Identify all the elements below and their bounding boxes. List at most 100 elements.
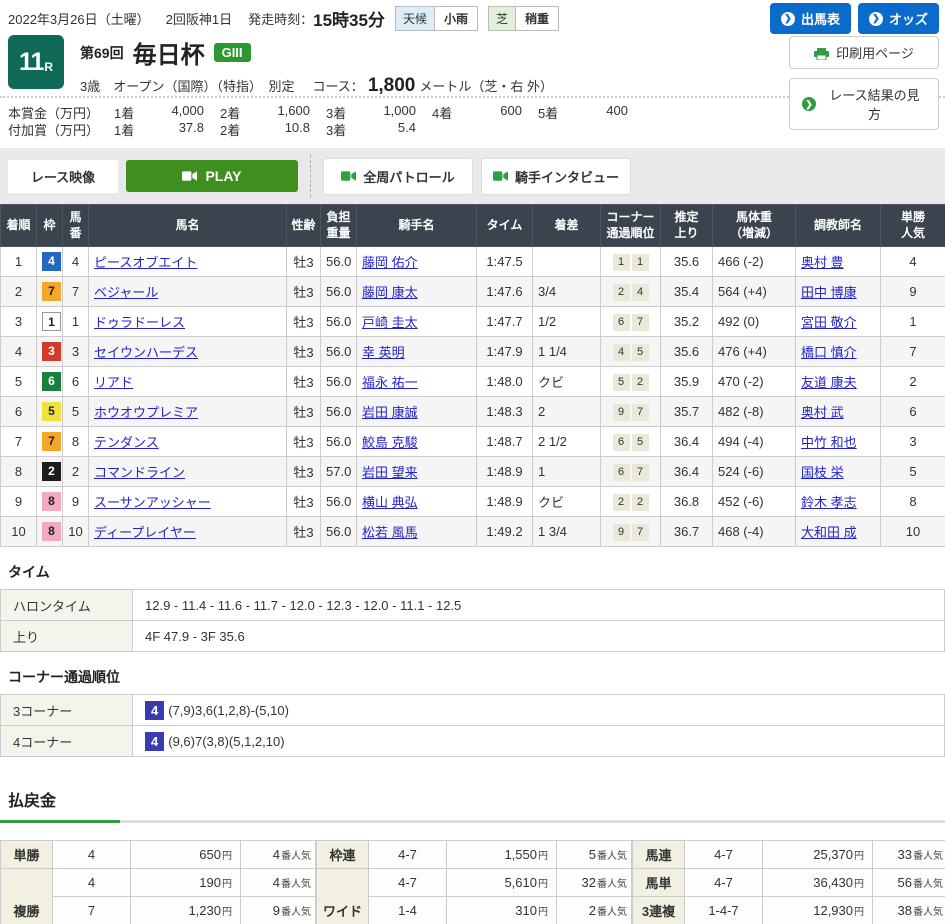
jockey-cell: 松若 風馬 — [357, 517, 477, 547]
corner-4-position: 1 — [632, 254, 649, 271]
play-button[interactable]: PLAY — [126, 160, 298, 192]
col-corner-order: コーナー 通過順位 — [601, 205, 661, 247]
horse-name-cell: ベジャール — [89, 277, 287, 307]
horse-link[interactable]: スーサンアッシャー — [94, 495, 211, 510]
horse-link[interactable]: テンダンス — [94, 435, 159, 450]
jockey-link[interactable]: 鮫島 克駿 — [362, 435, 418, 450]
jockey-link[interactable]: 福永 祐一 — [362, 375, 418, 390]
margin: 1/2 — [533, 307, 601, 337]
corner-3-position: 1 — [613, 254, 630, 271]
horse-link[interactable]: ベジャール — [94, 285, 158, 300]
waku-cell: 7 — [37, 427, 63, 457]
col-last-3f: 推定 上り — [661, 205, 713, 247]
finish-time: 1:47.7 — [477, 307, 533, 337]
jockey-link[interactable]: 松若 風馬 — [362, 525, 418, 540]
video-bar: レース映像 PLAY 全周パトロール 騎手インタビュー — [0, 148, 945, 204]
results-table: 着順 枠 馬 番 馬名 性齢 負担 重量 騎手名 タイム 着差 コーナー 通過順… — [0, 204, 945, 547]
result-row: 3 1 1 ドゥラドーレス 牡3 56.0 戸崎 圭太 1:47.7 1/2 6… — [1, 307, 945, 337]
trainer-link[interactable]: 奥村 武 — [801, 405, 844, 420]
fukusho-combo: 4 — [53, 869, 131, 897]
odds-button[interactable]: ❯ オッズ — [858, 3, 939, 34]
horse-link[interactable]: コマンドライン — [94, 465, 185, 480]
horse-link[interactable]: ホウオウプレミア — [94, 405, 198, 420]
sex-age: 牡3 — [287, 427, 321, 457]
waku-cell: 4 — [37, 247, 63, 277]
col-time: タイム — [477, 205, 533, 247]
margin: 1 3/4 — [533, 517, 601, 547]
result-guide-button[interactable]: ❯ レース結果の見方 — [789, 78, 939, 130]
course-label: コース： — [312, 76, 363, 95]
tansho-popularity: 4番人気 — [241, 841, 316, 869]
jockey-link[interactable]: 藤岡 佑介 — [362, 255, 418, 270]
horse-link[interactable]: セイウンハーデス — [94, 345, 198, 360]
race-video-label: レース映像 — [8, 160, 118, 193]
corner-positions: 24 — [601, 277, 661, 307]
patrol-video-button[interactable]: 全周パトロール — [323, 158, 473, 195]
entries-button[interactable]: ❯ 出馬表 — [770, 3, 851, 34]
corner-4-position: 5 — [632, 344, 649, 361]
turf-label: 芝 — [489, 7, 515, 30]
trainer-link[interactable]: 中竹 和也 — [801, 435, 857, 450]
trainer-link[interactable]: 友道 康夫 — [801, 375, 857, 390]
sex-age: 牡3 — [287, 277, 321, 307]
print-page-button[interactable]: 印刷用ページ — [789, 36, 939, 69]
last-3f-time: 35.6 — [661, 247, 713, 277]
favorite-rank: 3 — [881, 427, 945, 457]
tansho-combo: 4 — [53, 841, 131, 869]
trainer-link[interactable]: 国枝 栄 — [801, 465, 844, 480]
corner-order-text: (9,6)7(3,8)(5,1,2,10) — [168, 734, 284, 749]
payout-table-exacta-trio: 馬連 4-7 25,370円 33番人気 馬単 4-7 36,430円 56番人… — [632, 840, 945, 924]
corner-3-position: 2 — [613, 284, 630, 301]
jockey-link[interactable]: 横山 典弘 — [362, 495, 418, 510]
sanrenpuku-amount: 12,930円 — [763, 897, 873, 924]
grade-badge: GIII — [214, 43, 251, 62]
waku-cell: 5 — [37, 397, 63, 427]
horse-weight: 494 (-4) — [713, 427, 796, 457]
jockey-interview-button[interactable]: 騎手インタビュー — [481, 158, 631, 195]
jockey-link[interactable]: 岩田 康誠 — [362, 405, 418, 420]
trainer-link[interactable]: 宮田 敬介 — [801, 315, 857, 330]
course-detail: メートル（芝・右 外） — [419, 76, 553, 95]
tansho-amount: 650円 — [131, 841, 241, 869]
waku-cell: 1 — [37, 307, 63, 337]
result-row: 6 5 5 ホウオウプレミア 牡3 56.0 岩田 康誠 1:48.3 2 97… — [1, 397, 945, 427]
jockey-link[interactable]: 藤岡 康太 — [362, 285, 418, 300]
payout-table-win-place: 単勝 4 650円 4番人気 複勝 4 190円 4番人気 7 1,230円 9… — [0, 840, 316, 924]
trainer-cell: 宮田 敬介 — [796, 307, 881, 337]
trainer-link[interactable]: 大和田 成 — [801, 525, 857, 540]
jockey-link[interactable]: 岩田 望来 — [362, 465, 418, 480]
waku-cell: 8 — [37, 487, 63, 517]
waku-cell: 3 — [37, 337, 63, 367]
trainer-link[interactable]: 奥村 豊 — [801, 255, 844, 270]
fukusho-combo: 7 — [53, 897, 131, 924]
trainer-link[interactable]: 橋口 慎介 — [801, 345, 857, 360]
favorite-rank: 2 — [881, 367, 945, 397]
fukusho-amount: 190円 — [131, 869, 241, 897]
horse-link[interactable]: ディープレイヤー — [94, 525, 196, 540]
video-camera-icon — [182, 171, 197, 181]
horse-link[interactable]: リアド — [94, 375, 133, 390]
corner-positions: 65 — [601, 427, 661, 457]
weight-carried: 56.0 — [321, 307, 357, 337]
col-trainer: 調教師名 — [796, 205, 881, 247]
time-section-title: タイム — [2, 562, 937, 582]
jockey-link[interactable]: 幸 英明 — [362, 345, 405, 360]
trainer-cell: 中竹 和也 — [796, 427, 881, 457]
video-camera-icon — [493, 171, 508, 181]
wide-combo: 4-7 — [369, 869, 447, 897]
trainer-link[interactable]: 鈴木 孝志 — [801, 495, 857, 510]
wakuren-combo: 4-7 — [369, 841, 447, 869]
col-horse-number: 馬 番 — [63, 205, 89, 247]
last-3f-time: 36.4 — [661, 427, 713, 457]
horse-number: 5 — [63, 397, 89, 427]
horse-link[interactable]: ドゥラドーレス — [94, 315, 185, 330]
corner-3-position: 5 — [613, 374, 630, 391]
wakuren-row: 枠連 4-7 1,550円 5番人気 — [317, 841, 632, 869]
trainer-link[interactable]: 田中 博康 — [801, 285, 857, 300]
margin: 2 — [533, 397, 601, 427]
jockey-link[interactable]: 戸崎 圭太 — [362, 315, 418, 330]
col-finish: 着順 — [1, 205, 37, 247]
finish-position: 7 — [1, 427, 37, 457]
horse-link[interactable]: ピースオブエイト — [94, 255, 197, 270]
waku-cell: 6 — [37, 367, 63, 397]
